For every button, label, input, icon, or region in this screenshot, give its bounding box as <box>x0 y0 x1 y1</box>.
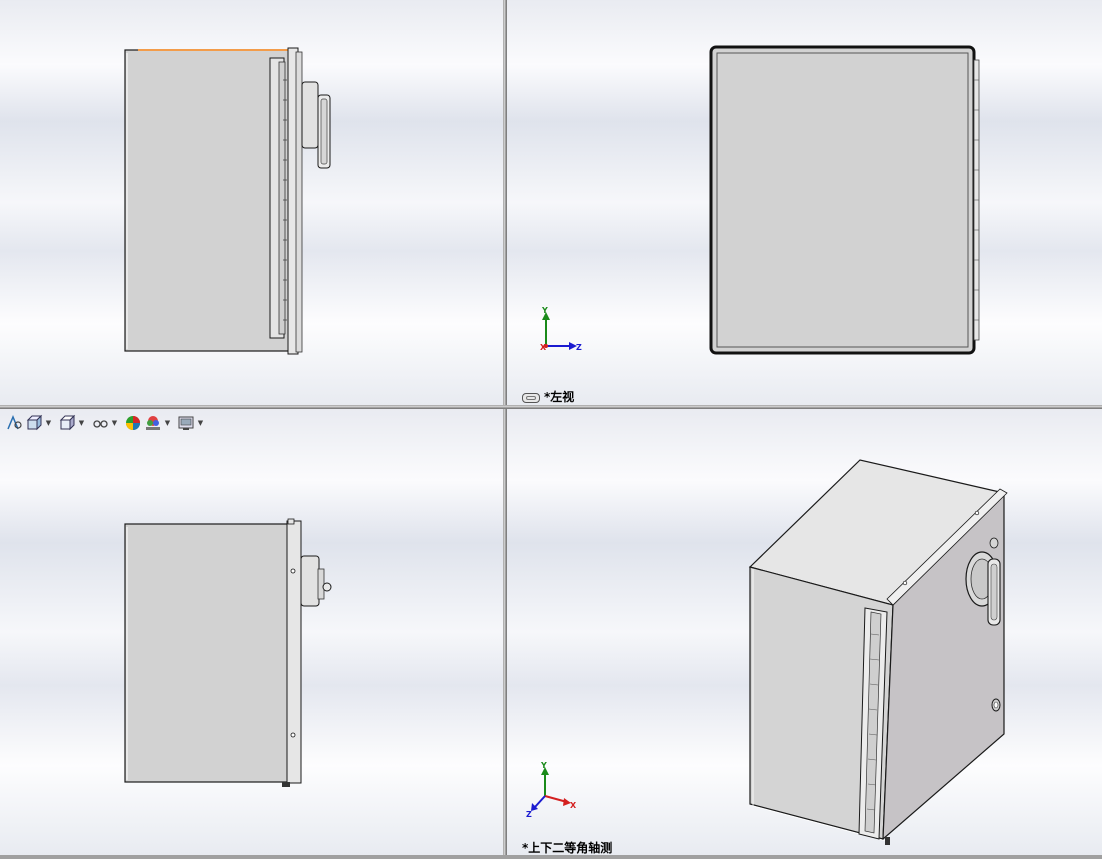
view-settings-icon[interactable] <box>176 414 196 432</box>
display-style-icon[interactable] <box>57 414 77 432</box>
enclosure-isometric-view: Y X Z <box>526 459 1008 845</box>
triad-z-label: Z <box>576 343 582 352</box>
view-name-label-iso: *上下二等角轴测 <box>522 841 613 855</box>
heads-up-view-toolbar: ▼ ▼ ▼ ▼ ▼ <box>4 414 209 432</box>
triad-y-label: Y <box>541 306 548 315</box>
triad-y-label: Y <box>540 761 547 770</box>
apply-scene-dropdown[interactable]: ▼ <box>163 414 172 432</box>
view-settings-dropdown[interactable]: ▼ <box>196 414 205 432</box>
edit-appearance-icon[interactable] <box>123 414 143 432</box>
coordinate-triad-left: Y Z X <box>540 306 582 352</box>
apply-scene-icon[interactable] <box>143 414 163 432</box>
viewport-isometric[interactable]: Y X Z *上下二等角轴测 <box>507 409 1102 855</box>
view-orientation-dropdown[interactable]: ▼ <box>44 414 53 432</box>
viewport-front[interactable] <box>0 409 503 855</box>
coordinate-triad-iso: Y X Z <box>526 761 577 819</box>
triad-x-label: X <box>570 801 577 810</box>
viewport-top[interactable] <box>0 0 503 405</box>
view-name-label-left: *左视 <box>522 388 574 405</box>
zoom-to-fit-icon[interactable] <box>4 414 24 432</box>
view-orientation-icon[interactable] <box>24 414 44 432</box>
enclosure-front-view <box>124 518 332 787</box>
triad-z-label: Z <box>526 810 532 819</box>
viewport-bottom-border <box>0 855 1102 859</box>
viewport-left[interactable]: Y Z X *左视 <box>507 0 1102 405</box>
display-style-dropdown[interactable]: ▼ <box>77 414 86 432</box>
hide-show-items-dropdown[interactable]: ▼ <box>110 414 119 432</box>
triad-x-label: X <box>540 343 547 352</box>
hide-show-items-icon[interactable] <box>90 414 110 432</box>
enclosure-left-view: Y Z X <box>540 45 980 355</box>
link-views-icon <box>522 392 540 403</box>
enclosure-top-view <box>124 47 331 355</box>
